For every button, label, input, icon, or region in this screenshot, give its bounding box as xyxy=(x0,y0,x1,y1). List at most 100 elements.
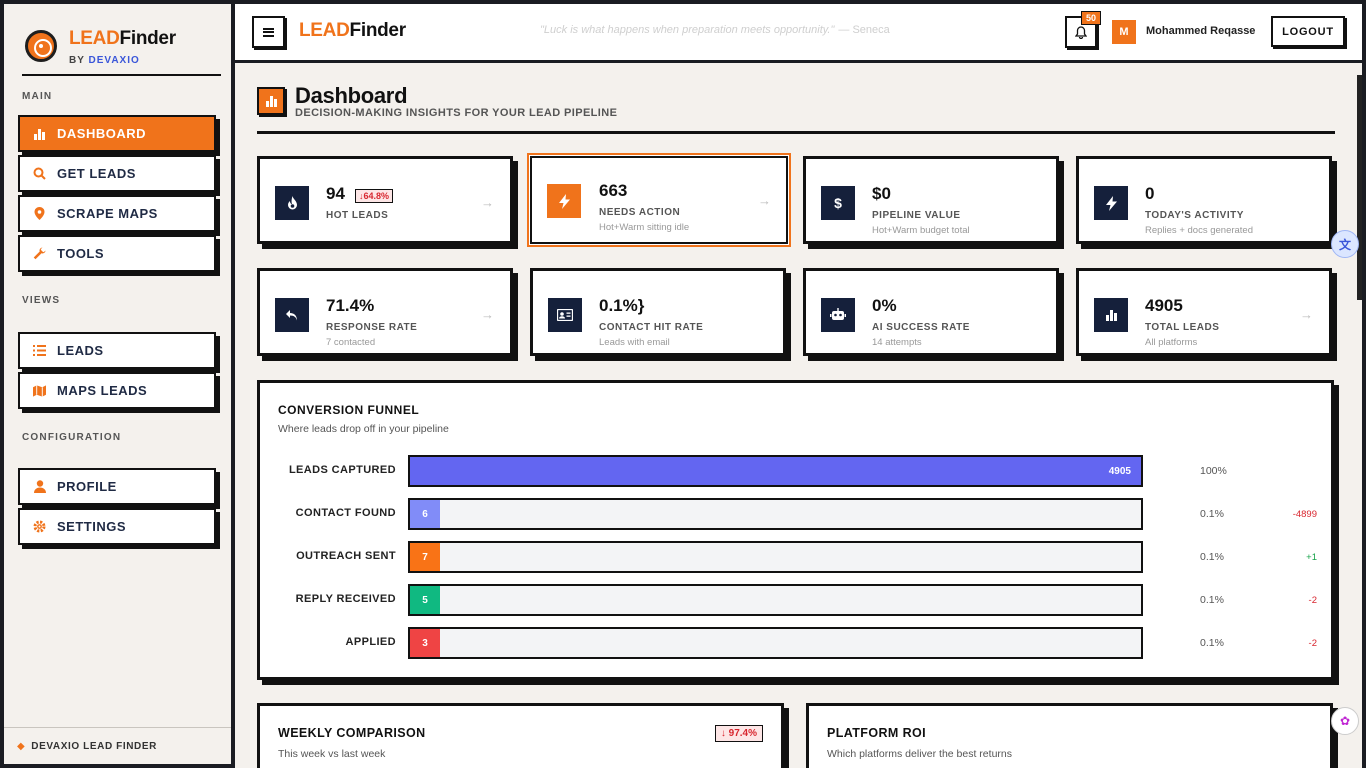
funnel-title: CONVERSION FUNNEL xyxy=(278,403,420,417)
sidebar-item-scrape-maps[interactable]: SCRAPE MAPS xyxy=(18,195,216,232)
sidebar-item-maps-leads[interactable]: MAPS LEADS xyxy=(18,372,216,409)
username[interactable]: Mohammed Reqasse xyxy=(1146,25,1255,37)
avatar[interactable]: M xyxy=(1112,20,1136,44)
section-label-main: MAIN xyxy=(22,91,53,102)
gear-icon xyxy=(33,520,46,533)
panel-subtitle: Which platforms deliver the best returns xyxy=(827,748,1012,760)
brand-logo[interactable]: LEADFinder BY DEVAXIO xyxy=(22,28,222,76)
diamond-icon: ◆ xyxy=(17,740,26,752)
page-header: Dashboard DECISION-MAKING INSIGHTS FOR Y… xyxy=(257,83,1335,135)
stat-label: CONTACT HIT RATE xyxy=(599,322,704,333)
funnel-percent: 0.1% xyxy=(1200,594,1224,606)
brain-icon[interactable]: ✿ xyxy=(1331,707,1359,735)
funnel-subtitle: Where leads drop off in your pipeline xyxy=(278,423,449,435)
funnel-track: 4905 xyxy=(408,455,1143,487)
funnel-row-leads-captured[interactable]: LEADS CAPTURED 4905 100% xyxy=(260,455,1337,487)
stat-card-hot-leads[interactable]: 94 ↓64.8% HOT LEADS → xyxy=(257,156,513,244)
funnel-delta: -2 xyxy=(1308,638,1317,649)
sidebar-item-tools[interactable]: TOOLS xyxy=(18,235,216,272)
wrench-icon xyxy=(33,247,46,260)
section-label-views: VIEWS xyxy=(22,295,61,306)
stat-label: TODAY'S ACTIVITY xyxy=(1145,210,1244,221)
sidebar-item-label: MAPS LEADS xyxy=(57,383,148,398)
sidebar-item-label: SETTINGS xyxy=(57,519,127,534)
dollar-icon: $ xyxy=(821,186,855,220)
sidebar-item-dashboard[interactable]: DASHBOARD xyxy=(18,115,216,152)
stat-subtext: 7 contacted xyxy=(326,337,376,348)
arrow-right-icon: → xyxy=(481,307,494,322)
page-subtitle: DECISION-MAKING INSIGHTS FOR YOUR LEAD P… xyxy=(295,107,618,119)
bolt-icon xyxy=(1094,186,1128,220)
sidebar-item-leads[interactable]: LEADS xyxy=(18,332,216,369)
arrow-right-icon: → xyxy=(481,195,494,210)
funnel-row-reply-received[interactable]: REPLY RECEIVED 5 0.1% -2 xyxy=(260,584,1337,616)
brand-by: BY DEVAXIO xyxy=(69,55,140,66)
weekly-comparison-panel: WEEKLY COMPARISON This week vs last week… xyxy=(257,703,784,768)
delta-badge: ↓ 97.4% xyxy=(714,725,763,742)
stat-card-response-rate[interactable]: 71.4% RESPONSE RATE 7 contacted → xyxy=(257,268,513,356)
funnel-row-applied[interactable]: APPLIED 3 0.1% -2 xyxy=(260,627,1337,659)
panel-subtitle: This week vs last week xyxy=(278,748,386,760)
hamburger-menu-button[interactable] xyxy=(252,16,285,48)
stat-label: PIPELINE VALUE xyxy=(872,210,961,221)
stat-card-contact-hit-rate[interactable]: 0.1%} CONTACT HIT RATE Leads with email xyxy=(530,268,786,356)
sidebar-footer-text: DEVAXIO LEAD FINDER xyxy=(31,740,157,752)
funnel-label: CONTACT FOUND xyxy=(295,507,396,519)
list-icon xyxy=(33,344,46,357)
funnel-track: 5 xyxy=(408,584,1143,616)
stat-card-total-leads[interactable]: 4905 TOTAL LEADS All platforms → xyxy=(1076,268,1332,356)
translate-icon[interactable]: 文 xyxy=(1331,230,1359,258)
stat-card-pipeline-value[interactable]: $ $0 PIPELINE VALUE Hot+Warm budget tota… xyxy=(803,156,1059,244)
stat-label: AI SUCCESS RATE xyxy=(872,322,970,333)
funnel-percent: 100% xyxy=(1200,465,1227,477)
funnel-delta: -4899 xyxy=(1292,509,1317,520)
stat-subtext: All platforms xyxy=(1145,337,1198,348)
funnel-bar: 7 xyxy=(410,543,440,571)
sidebar-item-label: DASHBOARD xyxy=(57,126,146,141)
robot-icon xyxy=(821,298,855,332)
map-icon xyxy=(33,384,46,397)
funnel-row-outreach-sent[interactable]: OUTREACH SENT 7 0.1% +1 xyxy=(260,541,1337,573)
stat-value: 0.1%} xyxy=(599,296,645,315)
logo-divider xyxy=(22,74,221,76)
stat-card-todays-activity[interactable]: 0 TODAY'S ACTIVITY Replies + docs genera… xyxy=(1076,156,1332,244)
page-title: Dashboard xyxy=(295,83,408,108)
stat-card-ai-success-rate[interactable]: 0% AI SUCCESS RATE 14 attempts xyxy=(803,268,1059,356)
brand-name: LEADFinder xyxy=(69,28,176,49)
user-icon xyxy=(33,480,46,493)
panel-title: PLATFORM ROI xyxy=(827,726,927,740)
logout-button[interactable]: LOGOUT xyxy=(1271,16,1345,47)
contact-card-icon xyxy=(548,298,582,332)
motivational-quote: "Luck is what happens when preparation m… xyxy=(540,24,890,36)
stat-value: 71.4% xyxy=(326,296,375,315)
stat-subtext: Hot+Warm sitting idle xyxy=(599,222,690,233)
stat-card-needs-action[interactable]: 663 NEEDS ACTION Hot+Warm sitting idle → xyxy=(527,153,791,247)
sidebar-item-label: LEADS xyxy=(57,343,104,358)
sidebar-item-profile[interactable]: PROFILE xyxy=(18,468,216,505)
funnel-percent: 0.1% xyxy=(1200,637,1224,649)
sidebar-footer: ◆ DEVAXIO LEAD FINDER xyxy=(4,727,231,764)
delta-badge: ↓64.8% xyxy=(355,189,394,203)
stat-value: 663 xyxy=(599,181,628,200)
funnel-row-contact-found[interactable]: CONTACT FOUND 6 0.1% -4899 xyxy=(260,498,1337,530)
stat-subtext: Hot+Warm budget total xyxy=(872,225,970,236)
funnel-track: 6 xyxy=(408,498,1143,530)
bar-chart-icon xyxy=(1094,298,1128,332)
notification-badge: 50 xyxy=(1081,11,1102,25)
funnel-label: APPLIED xyxy=(345,636,396,648)
section-label-configuration: CONFIGURATION xyxy=(22,432,122,443)
sidebar-item-settings[interactable]: SETTINGS xyxy=(18,508,216,545)
funnel-bar: 5 xyxy=(410,586,440,614)
funnel-percent: 0.1% xyxy=(1200,551,1224,563)
funnel-percent: 0.1% xyxy=(1200,508,1224,520)
reply-icon xyxy=(275,298,309,332)
conversion-funnel-panel: CONVERSION FUNNEL Where leads drop off i… xyxy=(257,380,1334,680)
bolt-icon xyxy=(547,184,581,218)
hamburger-icon xyxy=(263,27,274,37)
arrow-right-icon: → xyxy=(758,193,771,208)
sidebar-item-get-leads[interactable]: GET LEADS xyxy=(18,155,216,192)
scrollbar-thumb[interactable] xyxy=(1357,75,1362,300)
funnel-label: REPLY RECEIVED xyxy=(295,593,396,605)
topbar-brand[interactable]: LEADFinder xyxy=(299,20,406,42)
sidebar-item-label: SCRAPE MAPS xyxy=(57,206,158,221)
